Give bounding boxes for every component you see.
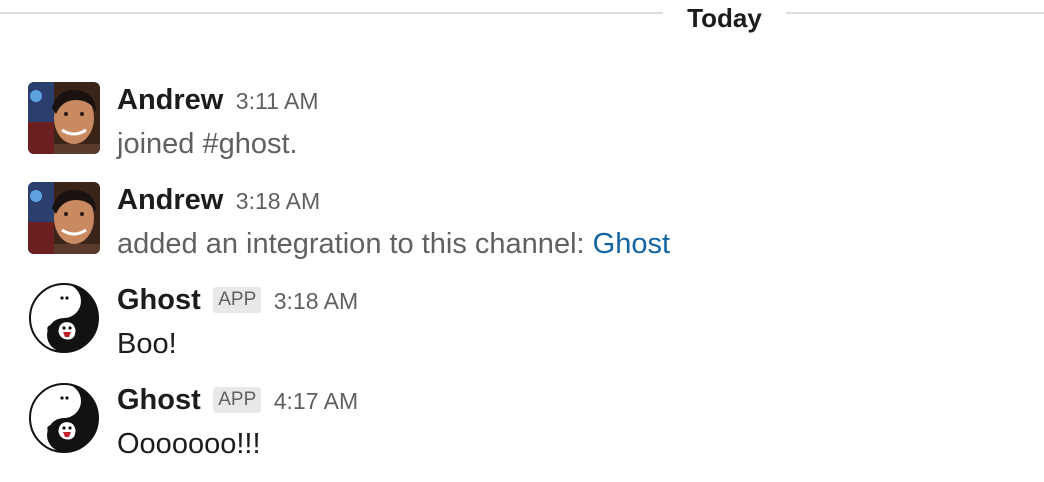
ghost-yinyang-icon	[28, 382, 100, 454]
message-timestamp[interactable]: 4:17 AM	[274, 388, 358, 414]
sender-name[interactable]: Ghost	[117, 284, 201, 316]
date-divider-label[interactable]: Today	[663, 2, 786, 34]
message-header: Ghost APP 4:17 AM	[117, 382, 358, 418]
andrew-avatar[interactable]	[28, 182, 100, 254]
message-body: Boo!	[117, 328, 177, 360]
message-text: Ooooooo!!!	[117, 426, 261, 462]
app-badge: APP	[213, 287, 262, 313]
message-item: Andrew 3:18 AM added an integration to t…	[28, 182, 1028, 272]
message-timestamp[interactable]: 3:11 AM	[236, 88, 319, 114]
message-body: joined #ghost.	[117, 128, 298, 160]
message-body: Ooooooo!!!	[117, 428, 261, 460]
message-item: Ghost APP 4:17 AM Ooooooo!!!	[28, 382, 1028, 472]
message-text: joined #ghost.	[117, 126, 298, 162]
divider-line-right	[786, 12, 1044, 14]
sender-name[interactable]: Ghost	[117, 384, 201, 416]
user-photo-andrew-icon	[28, 182, 100, 254]
message-timestamp[interactable]: 3:18 AM	[274, 288, 358, 314]
app-badge: APP	[213, 387, 262, 413]
message-text: added an integration to this channel: Gh…	[117, 226, 670, 262]
andrew-avatar[interactable]	[28, 82, 100, 154]
message-item: Andrew 3:11 AM joined #ghost.	[28, 82, 1028, 172]
message-header: Andrew 3:18 AM	[117, 182, 320, 218]
ghost-avatar[interactable]	[28, 282, 100, 354]
divider-line-left	[0, 12, 663, 14]
message-timestamp[interactable]: 3:18 AM	[236, 188, 320, 214]
date-divider: Today	[0, 0, 1044, 40]
message-text: Boo!	[117, 326, 177, 362]
ghost-avatar[interactable]	[28, 382, 100, 454]
message-body: added an integration to this channel:	[117, 228, 593, 260]
ghost-yinyang-icon	[28, 282, 100, 354]
user-photo-andrew-icon	[28, 82, 100, 154]
message-header: Andrew 3:11 AM	[117, 82, 318, 118]
sender-name[interactable]: Andrew	[117, 184, 223, 216]
integration-link[interactable]: Ghost	[593, 228, 670, 260]
sender-name[interactable]: Andrew	[117, 84, 223, 116]
message-header: Ghost APP 3:18 AM	[117, 282, 358, 318]
message-item: Ghost APP 3:18 AM Boo!	[28, 282, 1028, 372]
